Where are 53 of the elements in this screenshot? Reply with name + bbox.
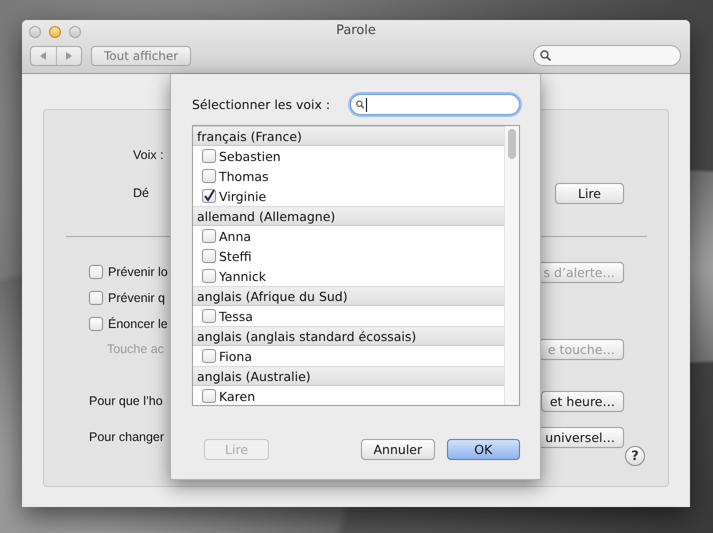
voice-name: Thomas	[219, 168, 269, 184]
checkbox[interactable]	[202, 309, 216, 323]
back-forward-buttons[interactable]	[30, 46, 82, 66]
voice-name: Karen	[219, 388, 256, 404]
help-button[interactable]: ?	[625, 446, 645, 466]
back-icon[interactable]	[40, 52, 46, 60]
checkbox[interactable]	[202, 269, 216, 283]
voice-name: Yannick	[219, 268, 266, 284]
description-text: Pour changer	[89, 430, 164, 444]
window-title: Parole	[335, 23, 377, 38]
search-field[interactable]	[533, 45, 681, 66]
panel-button[interactable]: Lire	[555, 182, 624, 204]
checkbox[interactable]	[202, 249, 216, 263]
checkbox[interactable]	[202, 389, 216, 403]
minimize-window-icon[interactable]	[49, 26, 61, 38]
search-icon	[356, 99, 364, 110]
group-header: anglais (anglais standard écossais)	[193, 326, 504, 346]
field-label: Dé	[132, 186, 149, 200]
hint-text: Touche ac	[106, 342, 164, 356]
voice-name: Anna	[219, 228, 252, 244]
checkbox[interactable]	[202, 189, 216, 203]
group-header: français (France)	[193, 126, 504, 146]
forward-icon[interactable]	[66, 52, 72, 60]
group-header: anglais (Afrique du Sud)	[193, 286, 504, 306]
checkbox[interactable]	[89, 265, 103, 279]
voice-name: Virginie	[219, 188, 266, 204]
scroll-bar[interactable]	[504, 126, 519, 405]
voice-name: Sebastien	[219, 148, 281, 164]
dialog-button[interactable]: Annuler	[361, 439, 435, 460]
checkbox[interactable]	[202, 149, 216, 163]
checkbox[interactable]	[89, 317, 103, 331]
checkbox-label: Prévenir q	[108, 291, 165, 305]
zoom-window-icon[interactable]	[69, 26, 81, 38]
sheet-label: Sélectionner les voix :	[192, 97, 330, 112]
panel-button[interactable]: et heure…	[540, 390, 624, 412]
voice-name: Steffi	[219, 248, 252, 264]
close-window-icon[interactable]	[29, 26, 41, 38]
checkbox-label: Prévenir lo	[108, 265, 168, 279]
dialog-button[interactable]: OK	[446, 439, 520, 460]
field-label: Voix :	[132, 148, 164, 162]
checkbox[interactable]	[202, 169, 216, 183]
voice-name: Fiona	[219, 348, 252, 364]
group-header: anglais (Australie)	[193, 366, 504, 386]
group-header: allemand (Allemagne)	[193, 206, 504, 226]
show-all-button[interactable]: Tout afficher	[91, 46, 192, 66]
voice-name: Tessa	[219, 308, 253, 324]
checkbox[interactable]	[202, 229, 216, 243]
description-text: Pour que l’ho	[89, 394, 163, 408]
checkbox[interactable]	[202, 349, 216, 363]
checkbox-label: Énoncer le	[108, 317, 168, 331]
search-icon	[540, 50, 551, 61]
voice-search-field[interactable]	[350, 94, 520, 115]
checkbox[interactable]	[89, 291, 103, 305]
